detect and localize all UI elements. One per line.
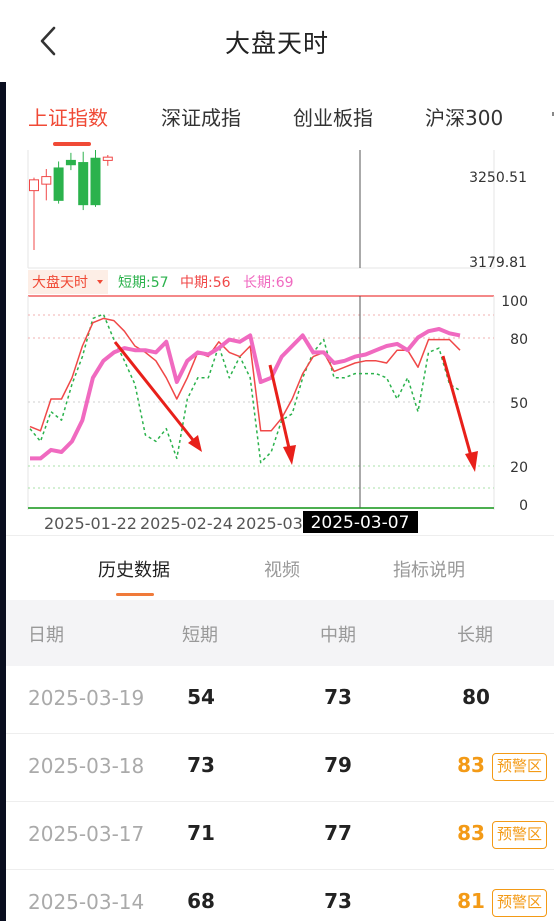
table-header: 日期 短期 中期 长期 (6, 600, 554, 666)
x-tick-label: 2025-01-22 (44, 514, 137, 533)
tab-shenzhen-component[interactable]: 深证成指 (161, 102, 241, 131)
column-header-long: 长期 (457, 625, 493, 646)
candle-body (78, 162, 89, 206)
candle-body (102, 156, 113, 161)
chart-area[interactable]: 3250.51 3179.81 大盘天时 短期:57 中期:56 长期:69 1… (0, 147, 554, 535)
indicator-selector[interactable]: 大盘天时 (32, 274, 88, 291)
legend-short: 短期:57 (118, 275, 169, 291)
tab-chinext-index[interactable]: 创业板指 (293, 102, 373, 131)
table-row[interactable]: 2025-03-17 71 77 83 预警区 (6, 802, 554, 870)
price-label-lower: 3179.81 (469, 255, 527, 271)
arrow-head-icon (465, 451, 478, 472)
tab-csi300[interactable]: 沪深300 (425, 102, 503, 131)
subtab-history[interactable]: 历史数据 (98, 556, 170, 582)
series-long-line (30, 327, 461, 461)
legend-long: 长期:69 (243, 275, 294, 291)
candle-body (29, 179, 39, 192)
warning-badge: 预警区 (492, 753, 548, 781)
subtab-indicator-notes[interactable]: 指标说明 (393, 556, 465, 582)
row-short-value: 68 (187, 889, 215, 913)
y-tick-label: 0 (519, 498, 528, 514)
candles (29, 147, 113, 251)
active-subtab-indicator (116, 593, 154, 596)
legend-mid: 中期:56 (180, 275, 231, 291)
warning-badge: 预警区 (492, 821, 548, 849)
candle-body (65, 159, 76, 166)
annotation-arrow-3 (441, 355, 473, 457)
row-date: 2025-03-14 (28, 890, 145, 914)
y-axis-ticks: 100 80 50 20 0 (501, 294, 528, 514)
annotation-arrow-2 (268, 364, 291, 449)
row-date: 2025-03-17 (28, 822, 145, 846)
y-tick-label: 50 (510, 396, 528, 412)
chart-svg: 3250.51 3179.81 大盘天时 短期:57 中期:56 长期:69 1… (27, 147, 528, 533)
indicator-series (29, 313, 461, 464)
row-mid-value: 73 (324, 685, 352, 709)
indicator-panel (27, 295, 495, 510)
candle-body (41, 176, 52, 185)
row-short-value: 73 (187, 753, 215, 777)
candle-body (90, 157, 101, 206)
row-mid-value: 79 (324, 753, 352, 777)
kline-panel: 3250.51 3179.81 (27, 150, 527, 271)
crosshair-date-label: 2025-03-07 (311, 513, 410, 533)
index-tabs: 上证指数 深证成指 创业板指 沪深300 (6, 88, 554, 150)
row-short-value: 71 (187, 821, 215, 845)
row-mid-value: 77 (324, 821, 352, 845)
history-table: 2025-03-19 54 73 80 2025-03-18 73 79 83 … (6, 666, 554, 921)
table-row[interactable]: 2025-03-14 68 73 81 预警区 (6, 870, 554, 921)
table-row[interactable]: 2025-03-19 54 73 80 (6, 666, 554, 734)
x-axis-ticks: 2025-01-22 2025-02-24 2025-03 (44, 514, 303, 533)
price-label-upper: 3250.51 (469, 170, 527, 186)
row-short-value: 54 (187, 685, 215, 709)
tab-shanghai-index[interactable]: 上证指数 (28, 102, 108, 131)
row-mid-value: 73 (324, 889, 352, 913)
warning-badge: 预警区 (492, 889, 548, 917)
y-tick-label: 20 (510, 460, 528, 476)
y-tick-label: 80 (510, 332, 528, 348)
active-tab-indicator (53, 142, 91, 146)
app-header: 大盘天时 (0, 0, 554, 82)
x-tick-label: 2025-03 (236, 514, 303, 533)
table-row[interactable]: 2025-03-18 73 79 83 预警区 (6, 734, 554, 802)
history-subtabs: 历史数据 视频 指标说明 (6, 540, 554, 596)
divider (6, 535, 554, 536)
candle-body (53, 167, 64, 201)
row-long-value: 80 (462, 685, 490, 709)
arrow-head-icon (283, 445, 296, 465)
page-title: 大盘天时 (224, 29, 329, 58)
row-date: 2025-03-19 (28, 686, 145, 710)
indicator-legend: 大盘天时 短期:57 中期:56 长期:69 (28, 270, 294, 294)
y-tick-label: 100 (501, 294, 528, 310)
row-date: 2025-03-18 (28, 754, 145, 778)
column-header-short: 短期 (182, 625, 218, 646)
subtab-video[interactable]: 视频 (264, 556, 300, 582)
column-header-mid: 中期 (320, 625, 356, 646)
x-tick-label: 2025-02-24 (140, 514, 233, 533)
column-header-date: 日期 (28, 625, 64, 646)
